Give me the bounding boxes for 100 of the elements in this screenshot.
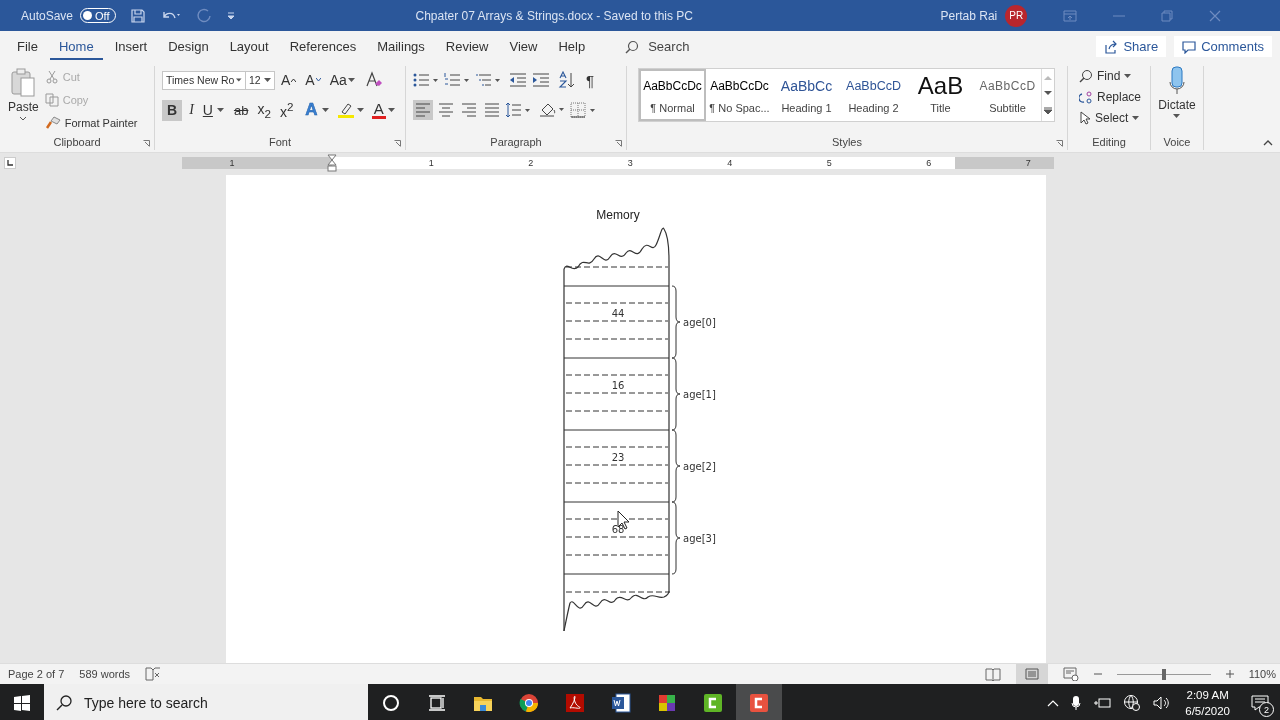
share-button[interactable]: Share (1096, 36, 1167, 57)
line-spacing-icon[interactable] (505, 102, 531, 118)
text-effects-button[interactable]: A (303, 99, 320, 121)
ribbon-tab[interactable]: References (280, 33, 366, 60)
ribbon-tab[interactable]: File (8, 33, 47, 60)
clock-date[interactable]: 6/5/2020 (1185, 703, 1230, 719)
increase-indent-icon[interactable] (532, 72, 550, 88)
proofing-icon[interactable] (145, 667, 162, 681)
video-editor-icon (748, 692, 770, 714)
recorder-app-icon (702, 692, 724, 714)
volume-icon[interactable] (1153, 696, 1172, 710)
customize-icon[interactable] (225, 9, 236, 22)
dialog-launcher-icon[interactable] (143, 140, 150, 147)
ribbon-tab[interactable]: Review (436, 33, 498, 60)
caret-icon[interactable] (356, 108, 364, 112)
zoom-in-icon[interactable] (1225, 670, 1234, 678)
ribbon-tab[interactable]: Insert (105, 33, 157, 60)
ribbon-tab[interactable]: Mailings (368, 33, 434, 60)
group-title: Font (269, 136, 291, 148)
subscript-button[interactable]: x$_{2}$ (255, 99, 273, 121)
shading-icon[interactable] (539, 101, 565, 119)
taskbar-button[interactable] (736, 684, 782, 720)
font-color-button[interactable]: A (371, 101, 386, 119)
caret-icon[interactable] (387, 108, 395, 112)
bold-button[interactable]: B (162, 99, 183, 121)
notification-badge: 2 (1259, 702, 1274, 717)
format-painter-button[interactable]: Format Painter (44, 113, 138, 133)
battery-icon[interactable] (1093, 697, 1112, 709)
replace-button[interactable]: Replace (1079, 87, 1150, 107)
scroll-down-icon[interactable] (1044, 91, 1052, 96)
more-styles-icon[interactable] (1044, 107, 1052, 116)
ribbon-tab[interactable]: Help (549, 33, 595, 60)
grow-font-button[interactable]: A (279, 69, 299, 91)
font-name-field[interactable]: Times New Ro (162, 70, 246, 90)
web-layout-icon[interactable] (1062, 667, 1079, 681)
dialog-launcher-icon[interactable] (394, 140, 401, 147)
select-button[interactable]: Select (1079, 108, 1150, 128)
taskbar-search-field[interactable]: Type here to search (44, 684, 368, 720)
highlighter-icon[interactable] (336, 101, 355, 119)
style-item[interactable]: AaBbCcD Subtitle (974, 69, 1041, 121)
save-icon[interactable] (129, 7, 146, 24)
ribbon-tab[interactable]: Home (49, 33, 103, 60)
read-mode-icon[interactable] (984, 667, 1001, 681)
caret-icon[interactable] (321, 108, 329, 112)
style-item[interactable]: AaB Title (907, 69, 974, 121)
comments-button[interactable]: Comments (1174, 36, 1272, 57)
collapse-ribbon-icon[interactable] (1263, 140, 1273, 146)
decrease-indent-icon[interactable] (509, 72, 527, 88)
circle-icon (380, 692, 402, 714)
user-avatar[interactable]: PR (1005, 4, 1028, 27)
ribbon-tab[interactable]: Layout (220, 33, 278, 60)
sort-icon[interactable] (558, 71, 576, 89)
group-title: Styles (832, 136, 862, 148)
change-case-button[interactable]: Aa (327, 69, 357, 91)
style-item[interactable]: AaBbCcDc ¶ No Spac... (706, 69, 773, 121)
indent-marker-icon[interactable] (326, 154, 337, 172)
ribbon-tab[interactable]: Design (159, 33, 218, 60)
word-count[interactable]: 589 words (79, 668, 131, 680)
font-size-field[interactable]: 12 (245, 70, 275, 90)
search-field[interactable]: Search (621, 35, 694, 58)
windows-logo[interactable] (14, 695, 30, 711)
superscript-button[interactable]: x$^{2}$ (277, 99, 296, 121)
show-formatting-button[interactable]: ¶ (584, 69, 597, 91)
multilevel-list-icon[interactable] (475, 72, 501, 88)
dictate-button[interactable]: Dictate (1158, 66, 1196, 134)
strikethrough-button[interactable]: ab (231, 99, 251, 121)
italic-button[interactable]: I (187, 99, 196, 121)
caret-icon[interactable] (216, 108, 224, 112)
clock-time[interactable]: 2:09 AM (1186, 687, 1229, 703)
caret-icon (1173, 114, 1181, 118)
print-layout-button[interactable] (1015, 664, 1048, 684)
page-count[interactable]: Page 2 of 7 (8, 668, 65, 680)
clipboard-icon (10, 68, 37, 98)
style-item[interactable]: AaBbCc Heading 1 (773, 69, 840, 121)
shrink-font-button[interactable]: A (303, 69, 323, 91)
action-center-icon[interactable] (1251, 695, 1269, 711)
ribbon-tab[interactable]: View (500, 33, 547, 60)
zoom-level[interactable]: 110% (1248, 668, 1276, 680)
underline-button[interactable]: U (200, 99, 215, 121)
element-label: age[1] (683, 389, 716, 400)
style-item[interactable]: AaBbCcD Heading 2 (840, 69, 907, 121)
search-icon (56, 695, 72, 711)
paste-button[interactable]: Paste (8, 66, 39, 134)
dialog-launcher-icon[interactable] (615, 140, 622, 147)
globe-icon[interactable] (1123, 694, 1142, 712)
numbering-icon[interactable] (444, 72, 470, 88)
microphone-icon[interactable] (1071, 695, 1082, 711)
borders-icon[interactable] (570, 102, 596, 118)
autosave-label: AutoSave (21, 8, 74, 23)
clear-formatting-icon[interactable] (364, 71, 383, 89)
cursor-icon (1079, 111, 1091, 125)
cell-value: 16 (611, 380, 625, 391)
bullets-icon[interactable] (413, 72, 439, 88)
scissors-icon (44, 70, 59, 84)
group-title: Paragraph (490, 136, 542, 148)
show-hidden-icons-icon[interactable] (1047, 699, 1060, 707)
tab-selector-icon[interactable] (4, 157, 16, 169)
find-button[interactable]: Find (1079, 66, 1150, 86)
dialog-launcher-icon[interactable] (1056, 140, 1063, 147)
style-item[interactable]: AaBbCcDc ¶ Normal (639, 69, 706, 121)
